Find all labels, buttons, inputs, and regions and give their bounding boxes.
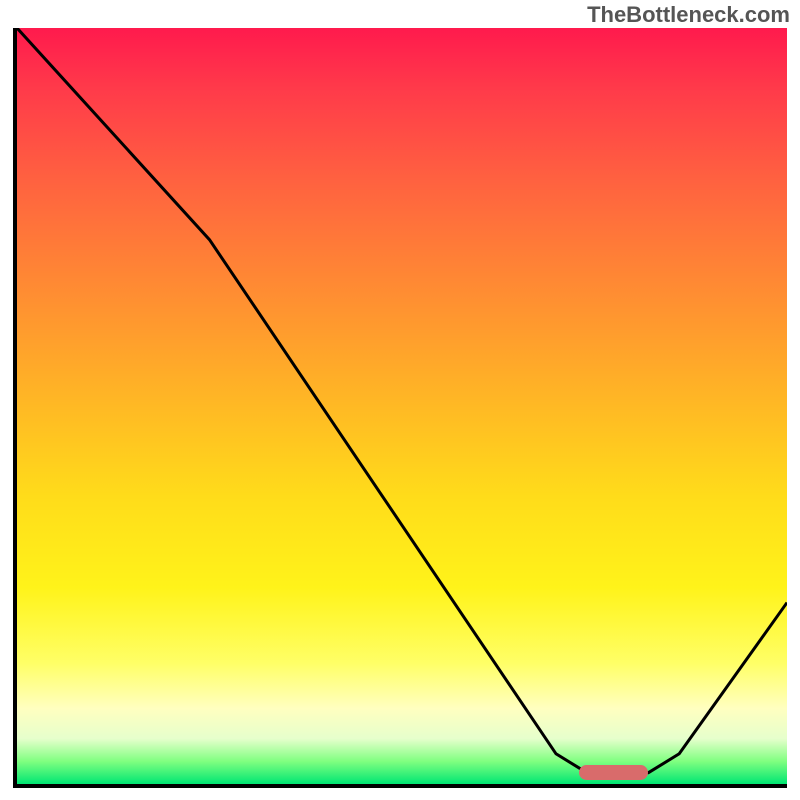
plot-area <box>13 28 787 788</box>
chart-container: TheBottleneck.com <box>0 0 800 800</box>
bottleneck-curve <box>17 28 787 784</box>
watermark-text: TheBottleneck.com <box>587 2 790 28</box>
optimal-marker <box>579 765 648 780</box>
curve-path <box>17 28 787 773</box>
